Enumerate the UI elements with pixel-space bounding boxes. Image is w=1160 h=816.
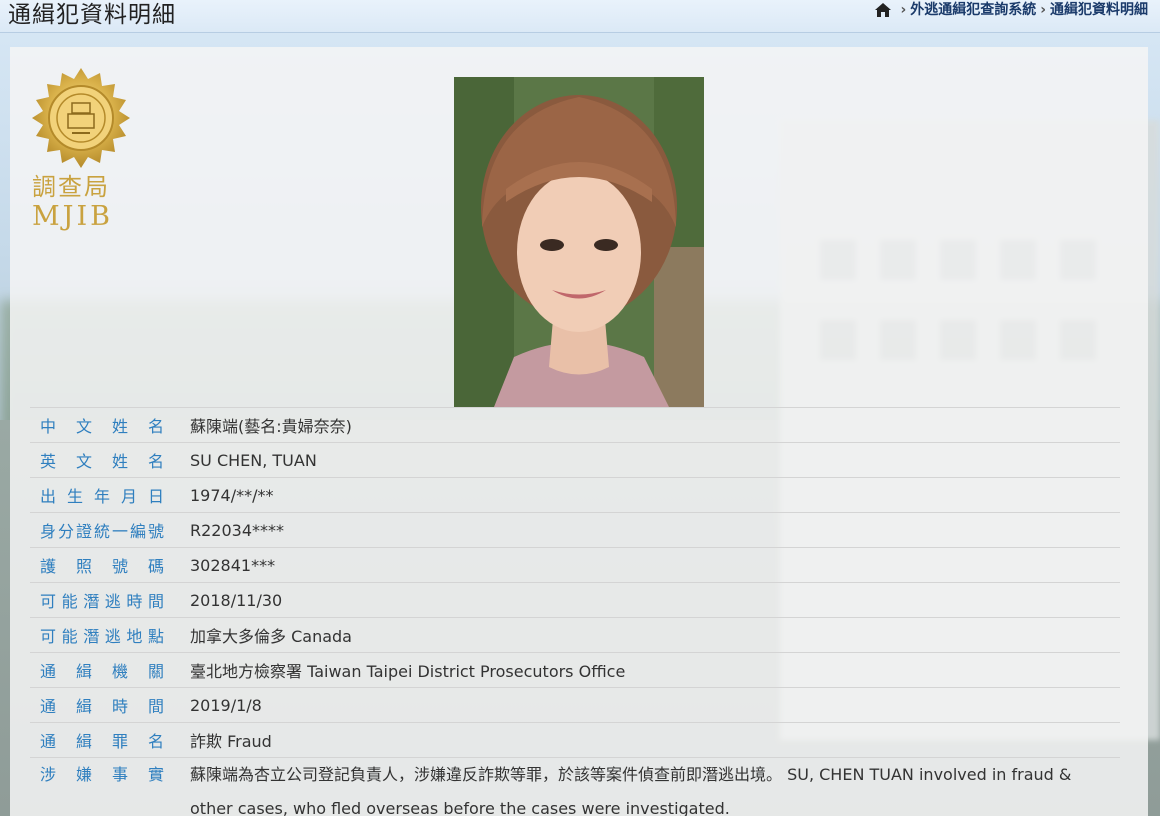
field-label: 出生年月日 [30,477,190,513]
table-row: 可能潛逃地點 加拿大多倫多 Canada [30,617,1120,653]
field-label: 中文姓名 [30,407,190,443]
field-label: 可能潛逃時間 [30,582,190,618]
breadcrumb-link-search-system[interactable]: 外逃通緝犯查詢系統 [910,0,1036,20]
table-row: 可能潛逃時間 2018/11/30 [30,582,1120,618]
field-value-birth-date: 1974/**/** [190,477,1120,513]
detail-panel: 調查局 MJIB 中文姓名 蘇陳端(藝名:貴婦奈奈) 英文姓名 SU CHEN,… [10,47,1148,816]
table-row: 通緝罪名 詐欺 Fraud [30,722,1120,758]
mjib-logo: 調查局 MJIB [30,67,132,237]
breadcrumb-link-detail[interactable]: 通緝犯資料明細 [1050,0,1148,20]
field-label: 通緝罪名 [30,722,190,758]
suspect-photo [454,77,704,407]
field-label: 護照號碼 [30,547,190,583]
logo-text-chinese: 調查局 [32,173,110,201]
portrait-image [454,77,704,407]
table-row: 護照號碼 302841*** [30,547,1120,583]
field-value-charge: 詐欺 Fraud [190,722,1120,758]
table-row: 通緝時間 2019/1/8 [30,687,1120,723]
field-label: 英文姓名 [30,442,190,478]
table-row: 涉嫌事實 蘇陳端為杏立公司登記負責人，涉嫌違反詐欺等罪，於該等案件偵查前即潛逃出… [30,757,1120,816]
table-row: 通緝機關 臺北地方檢察署 Taiwan Taipei District Pros… [30,652,1120,688]
chevron-right-icon: › [1040,2,1046,18]
table-row: 英文姓名 SU CHEN, TUAN [30,442,1120,478]
field-label: 通緝時間 [30,687,190,723]
suspect-info-table: 中文姓名 蘇陳端(藝名:貴婦奈奈) 英文姓名 SU CHEN, TUAN 出生年… [30,407,1120,816]
page-title: 通緝犯資料明細 [8,2,176,28]
logo-text-english: MJIB [32,201,113,232]
field-label: 身分證統一編號 [30,512,190,548]
home-icon[interactable] [874,2,892,18]
header-bar: 通緝犯資料明細 › 外逃通緝犯查詢系統 › 通緝犯資料明細 [0,0,1160,33]
field-label: 可能潛逃地點 [30,617,190,653]
field-value-escape-location: 加拿大多倫多 Canada [190,617,1120,653]
chevron-right-icon: › [900,2,907,18]
field-value-id-number: R22034**** [190,512,1120,548]
table-row: 出生年月日 1974/**/** [30,477,1120,513]
table-row: 中文姓名 蘇陳端(藝名:貴婦奈奈) [30,407,1120,443]
field-label: 通緝機關 [30,652,190,688]
table-row: 身分證統一編號 R22034**** [30,512,1120,548]
field-value-passport: 302841*** [190,547,1120,583]
field-value-escape-date: 2018/11/30 [190,582,1120,618]
field-value-alleged-facts: 蘇陳端為杏立公司登記負責人，涉嫌違反詐欺等罪，於該等案件偵查前即潛逃出境。 SU… [190,757,1120,816]
field-value-english-name: SU CHEN, TUAN [190,442,1120,478]
field-value-chinese-name: 蘇陳端(藝名:貴婦奈奈) [190,407,1120,443]
field-value-wanted-agency: 臺北地方檢察署 Taiwan Taipei District Prosecuto… [190,652,1120,688]
breadcrumb: › 外逃通緝犯查詢系統 › 通緝犯資料明細 [874,0,1148,20]
field-label: 涉嫌事實 [30,757,190,816]
field-value-wanted-date: 2019/1/8 [190,687,1120,723]
mjib-badge-icon [32,68,130,168]
